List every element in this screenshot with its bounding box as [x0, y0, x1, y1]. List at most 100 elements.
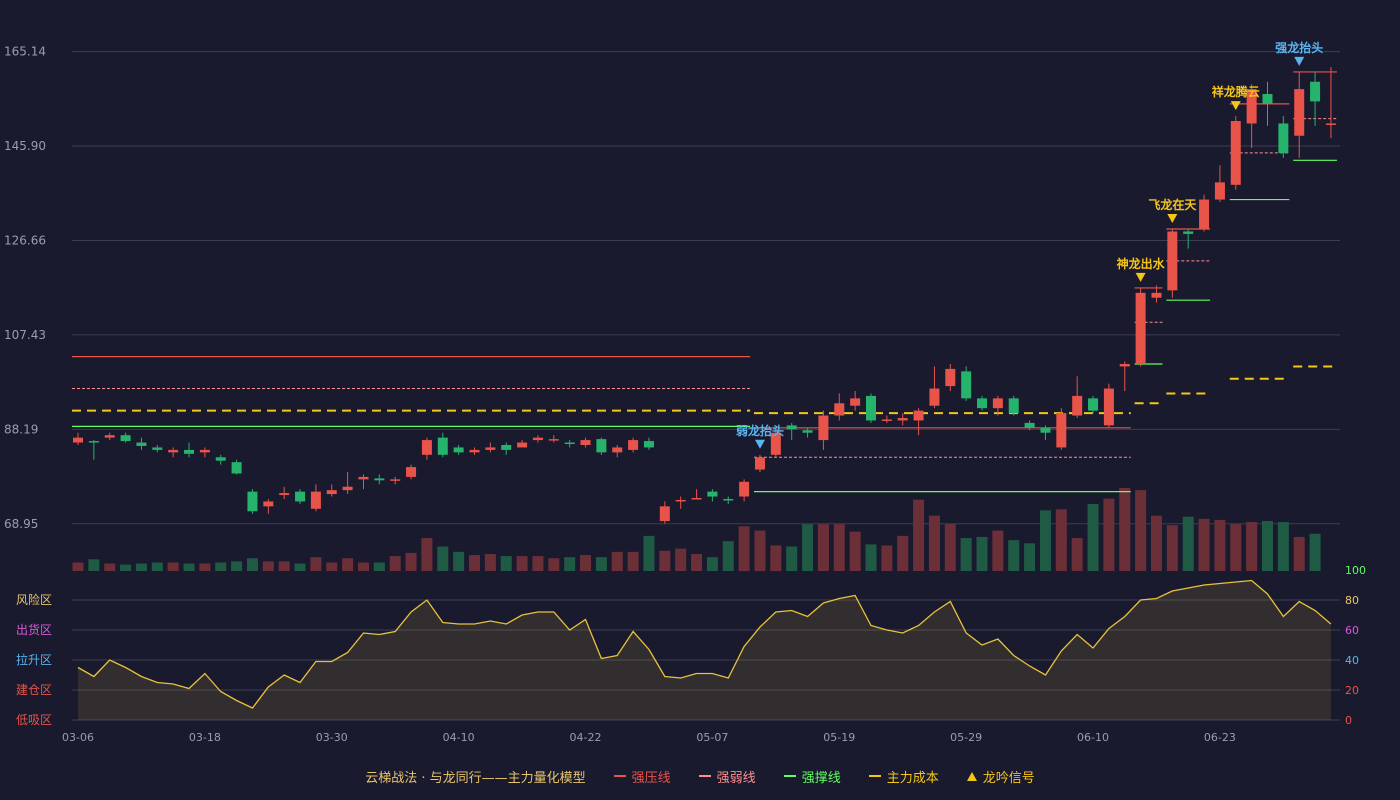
candle-body — [358, 476, 369, 480]
candle-body — [834, 403, 845, 416]
volume-bar — [1309, 533, 1321, 571]
signal-label: 飞龙在天 — [1148, 197, 1197, 212]
oscillator-right-tick: 40 — [1345, 654, 1359, 667]
volume-bar — [373, 562, 385, 571]
volume-bar — [675, 548, 687, 571]
candle-body — [152, 447, 163, 450]
chart-legend: 云梯战法 · 与龙同行——主力量化模型 强压线 强弱线 强撑线 主力成本 龙吟信… — [0, 764, 1400, 788]
candle-body — [739, 481, 750, 497]
oscillator-zone-label: 出货区 — [16, 622, 52, 637]
candle-body — [279, 493, 290, 496]
candle-body — [104, 435, 115, 438]
volume-bar — [992, 530, 1004, 571]
legend-item-main-cost[interactable]: 主力成本 — [868, 767, 939, 786]
volume-bar — [342, 558, 354, 571]
volume-bar — [1008, 540, 1020, 571]
candle-body — [295, 491, 306, 502]
candle-body — [786, 425, 797, 430]
volume-bar — [976, 536, 988, 571]
volume-bar — [738, 526, 750, 571]
candle-body — [1072, 395, 1083, 416]
volume-bar — [1039, 510, 1051, 571]
candle-body — [1088, 398, 1099, 411]
candle-body — [1151, 292, 1162, 298]
date-tick-label: 06-23 — [1204, 731, 1236, 744]
candle-body — [532, 437, 543, 441]
candle-body — [342, 486, 353, 491]
volume-bar — [1182, 516, 1194, 571]
candle-body — [421, 440, 432, 455]
volume-bar — [1246, 522, 1258, 571]
volume-bar — [706, 557, 718, 571]
oscillator-right-tick: 0 — [1345, 714, 1352, 727]
candle-body — [1024, 422, 1035, 428]
oscillator-layer — [72, 579, 1340, 721]
candle-body — [1056, 413, 1067, 448]
volume-bar — [833, 524, 845, 571]
oscillator-zone-label: 拉升区 — [16, 652, 52, 667]
candle-body — [977, 398, 988, 409]
price-tick-label: 88.19 — [4, 422, 38, 436]
candle-body — [326, 490, 337, 495]
candle-body — [231, 462, 242, 474]
volume-bar — [1024, 543, 1036, 571]
candle-body — [707, 491, 718, 497]
oscillator-area — [78, 580, 1331, 720]
volume-bar — [611, 551, 623, 571]
volume-bar — [865, 544, 877, 571]
legend-item-strong-pressure[interactable]: 强压线 — [613, 767, 671, 786]
candle-body — [73, 437, 83, 443]
volume-bar — [691, 553, 703, 571]
candle-body — [802, 430, 813, 433]
volume-bar — [1230, 524, 1242, 571]
volume-bar — [595, 557, 607, 571]
date-tick-label: 05-07 — [696, 731, 728, 744]
dragon-ladder-chart: 弱龙抬头 神龙出水 飞龙在天 祥龙腾云 强龙抬头 165.14 145.90 126.66 1… — [4, 40, 1366, 744]
candle-body — [659, 506, 670, 522]
date-tick-label: 03-06 — [62, 731, 94, 744]
volume-bar — [120, 564, 132, 571]
candlestick-layer — [73, 67, 1336, 524]
date-tick-label: 03-30 — [316, 731, 348, 744]
legend-item-strong-support[interactable]: 强撑线 — [783, 767, 841, 786]
signal-arrow-icon — [1294, 56, 1305, 66]
volume-bar — [1150, 515, 1162, 571]
candle-body — [580, 440, 591, 445]
volume-bar — [722, 541, 734, 571]
price-tick-label: 165.14 — [4, 45, 46, 59]
legend-title: 云梯战法 · 与龙同行——主力量化模型 — [365, 770, 586, 786]
legend-item-signal[interactable]: 龙吟信号 — [966, 767, 1035, 786]
candle-body — [1199, 199, 1210, 230]
volume-bar — [183, 563, 195, 571]
candle-body — [1262, 94, 1273, 104]
candle-body — [818, 415, 829, 441]
signal-label: 祥龙腾云 — [1212, 84, 1260, 99]
candle-body — [754, 457, 765, 470]
legend-label-strong-weak: 强弱线 — [716, 770, 756, 786]
volume-bar — [437, 546, 449, 571]
volume-bar — [453, 551, 465, 571]
legend-item-strong-weak[interactable]: 强弱线 — [698, 767, 756, 786]
candle-body — [1119, 364, 1130, 367]
volume-bar — [627, 551, 639, 571]
solid-line-swatch-icon — [783, 775, 796, 777]
volume-bar — [1071, 538, 1083, 571]
volume-bar — [754, 530, 766, 571]
date-tick-label: 05-19 — [823, 731, 855, 744]
price-tick-label: 145.90 — [4, 139, 46, 153]
date-tick-label: 03-18 — [189, 731, 221, 744]
volume-bar — [580, 555, 592, 571]
oscillator-right-tick: 60 — [1345, 624, 1359, 637]
triangle-signal-icon — [966, 771, 977, 781]
oscillator-right-tick: 80 — [1345, 594, 1359, 607]
candle-body — [120, 435, 131, 442]
candle-body — [897, 417, 908, 421]
candle-body — [992, 398, 1003, 409]
date-tick-label: 04-22 — [570, 731, 602, 744]
candle-body — [1135, 292, 1146, 365]
volume-bar — [469, 555, 480, 571]
candle-body — [501, 444, 512, 450]
dashed-line-swatch-icon — [868, 775, 881, 777]
volume-bar — [484, 553, 496, 571]
volume-bar — [928, 515, 940, 571]
